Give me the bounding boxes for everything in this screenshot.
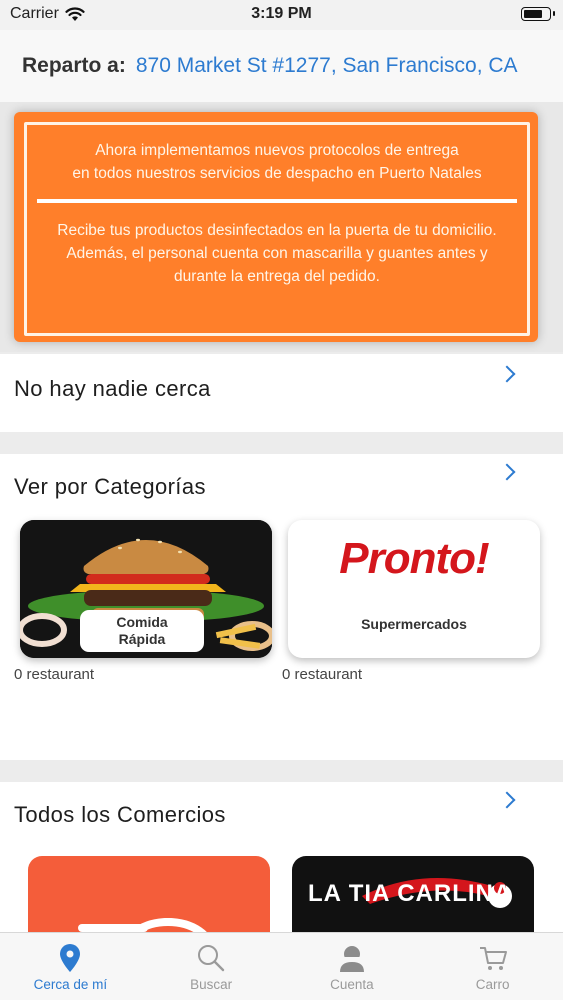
chevron-right-icon[interactable]: [498, 463, 516, 481]
banner-line-5: durante la entrega del pedido.: [174, 268, 380, 285]
tab-label: Cuenta: [330, 977, 374, 992]
promo-banner[interactable]: Ahora implementamos nuevos protocolos de…: [14, 112, 538, 342]
pronto-logo: Pronto!: [339, 534, 489, 583]
categories-section: Ver por Categorías Comida Rápida 0 resta…: [0, 454, 563, 760]
tab-cerca-de-mi[interactable]: Cerca de mí: [0, 933, 141, 1000]
banner-content: Ahora implementamos nuevos protocolos de…: [24, 122, 530, 336]
location-pin-icon: [60, 944, 81, 972]
person-icon: [339, 946, 364, 972]
tab-carro[interactable]: Carro: [422, 933, 563, 1000]
store-card[interactable]: [28, 856, 270, 942]
status-bar: Carrier 3:19 PM: [0, 0, 563, 30]
banner-container: Ahora implementamos nuevos protocolos de…: [0, 102, 563, 352]
category-label: Supermercados: [361, 616, 467, 632]
category-card-comida-rapida[interactable]: Comida Rápida: [20, 520, 272, 658]
status-time: 3:19 PM: [251, 5, 312, 22]
tab-label: Cerca de mí: [33, 977, 108, 992]
cooking-pot-icon: [78, 918, 214, 942]
battery-fill: [524, 10, 542, 18]
tab-label: Carro: [475, 977, 510, 992]
category-card-supermercados[interactable]: Pronto! Supermercados: [288, 520, 540, 658]
search-icon: [198, 945, 225, 972]
nearby-section[interactable]: No hay nadie cerca: [0, 354, 563, 432]
tab-cuenta[interactable]: Cuenta: [282, 933, 423, 1000]
delivery-address-bar[interactable]: Reparto a: 870 Market St #1277, San Fran…: [0, 30, 563, 102]
comercios-section: Todos los Comercios LA TIA CARLINA: [0, 782, 563, 942]
address-label: Reparto a:: [22, 54, 126, 77]
category-count: 0 restaurant: [14, 666, 95, 683]
address-value[interactable]: 870 Market St #1277, San Francisco, CA: [136, 54, 518, 78]
cart-icon: [479, 947, 507, 970]
store-card[interactable]: LA TIA CARLINA: [292, 856, 534, 942]
banner-line-2: en todos nuestros servicios de despacho …: [72, 165, 482, 182]
category-label: Comida Rápida: [80, 610, 204, 652]
tab-buscar[interactable]: Buscar: [141, 933, 282, 1000]
banner-divider: [37, 199, 517, 203]
chevron-right-icon[interactable]: [498, 791, 516, 809]
store-logo-text: LA TIA CARLINA: [308, 880, 518, 908]
nearby-title: No hay nadie cerca: [14, 376, 211, 401]
tab-bar: Cerca de mí Buscar Cuenta Carro: [0, 932, 563, 1000]
banner-line-3: Recibe tus productos desinfectados en la…: [57, 222, 497, 239]
category-count: 0 restaurant: [282, 666, 363, 683]
chevron-right-icon[interactable]: [498, 365, 516, 383]
banner-line-1: Ahora implementamos nuevos protocolos de…: [95, 142, 459, 159]
store-logo-text-line: LA TIA CARLINA: [308, 880, 513, 907]
tab-label: Buscar: [190, 977, 233, 992]
banner-line-4: Además, el personal cuenta con mascarill…: [66, 245, 488, 262]
comercios-title: Todos los Comercios: [14, 802, 226, 827]
categories-title: Ver por Categorías: [14, 474, 206, 499]
battery-icon: [521, 7, 555, 21]
